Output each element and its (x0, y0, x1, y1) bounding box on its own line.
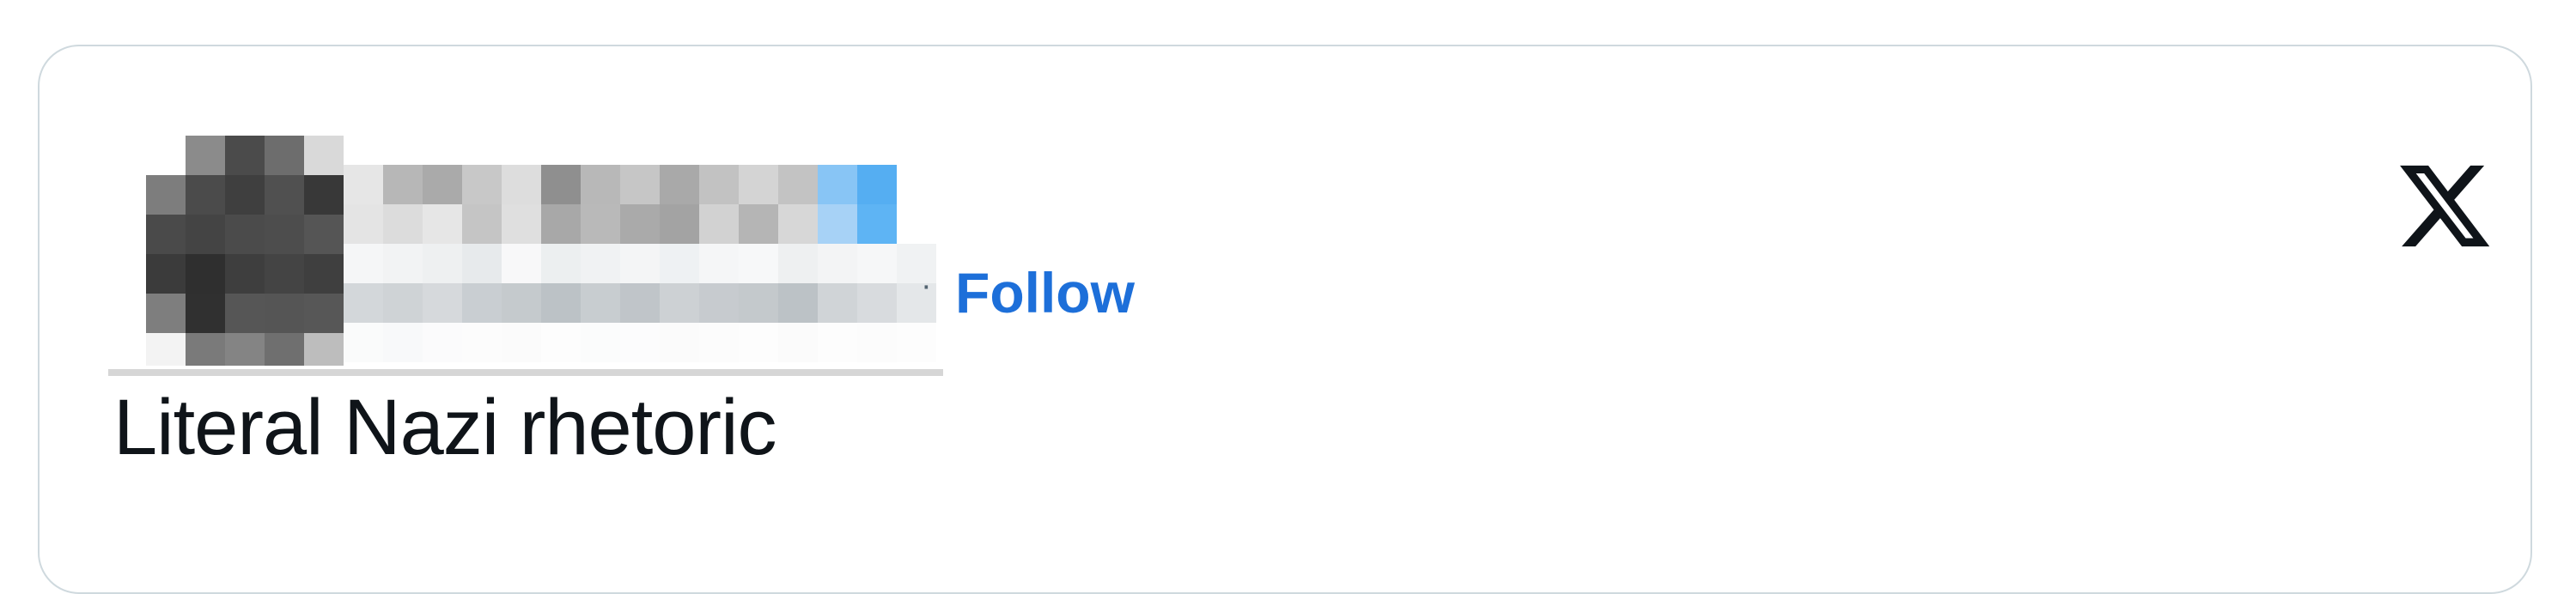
follow-link[interactable]: Follow (955, 264, 1135, 321)
tweet-header: · Follow (40, 46, 2530, 376)
tweet-embed-card: · Follow Literal Nazi rhetoric (38, 45, 2532, 594)
blurred-profile-block (74, 88, 943, 376)
tweet-body-text: Literal Nazi rhetoric (113, 384, 777, 471)
profile-underline (108, 369, 943, 376)
pixelated-avatar-and-name (146, 130, 940, 371)
follow-separator-dot: · (921, 268, 932, 304)
x-logo-icon[interactable] (2393, 156, 2496, 256)
